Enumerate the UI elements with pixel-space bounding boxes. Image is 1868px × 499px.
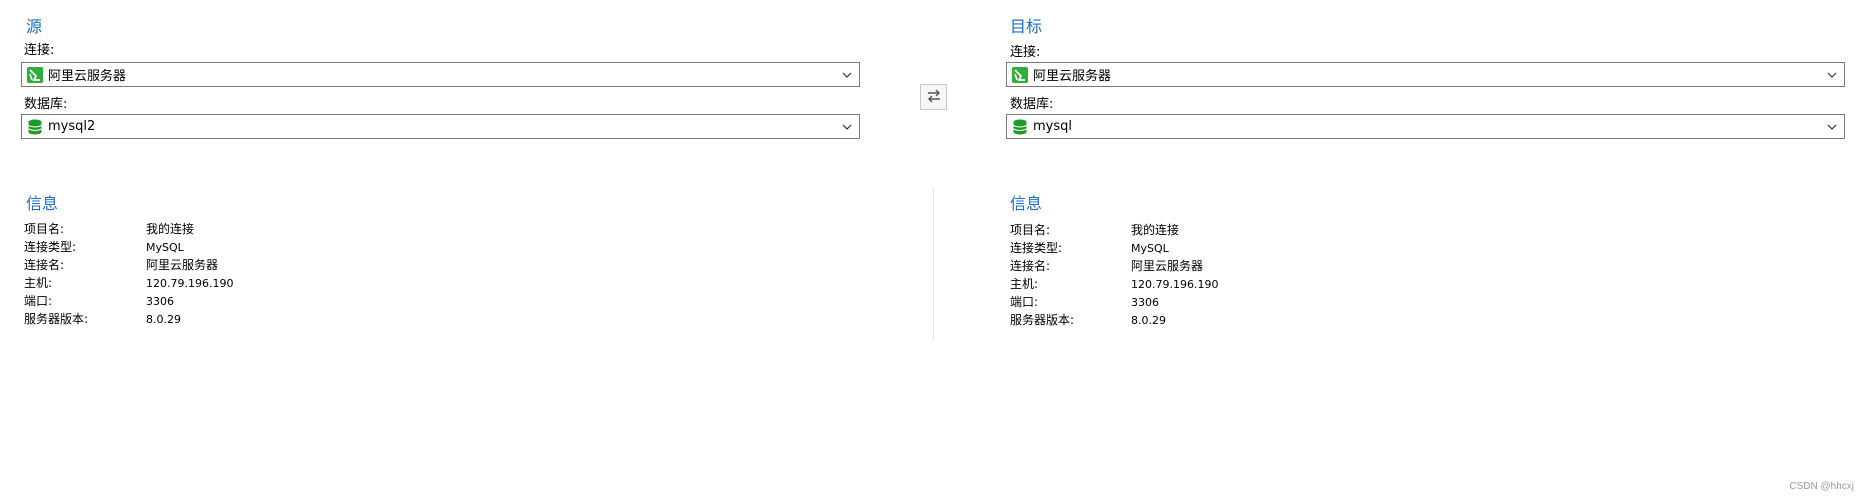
target-database-value: mysql (1033, 119, 1072, 134)
source-connection-value: 阿里云服务器 (48, 69, 127, 84)
info-key: 端口: (1010, 295, 1039, 309)
info-key: 连接名: (1010, 259, 1051, 273)
info-value: MySQL (146, 241, 184, 254)
connection-icon (27, 66, 43, 83)
info-key: 主机: (24, 276, 53, 290)
info-value: 120.79.196.190 (146, 277, 234, 290)
chevron-down-icon[interactable] (1823, 63, 1841, 86)
source-info-title: 信息 (26, 194, 59, 213)
database-icon (27, 119, 43, 135)
swap-source-target-button[interactable] (920, 84, 947, 110)
info-value: 8.0.29 (146, 313, 181, 326)
info-key: 项目名: (1010, 223, 1051, 237)
chevron-down-icon[interactable] (1823, 115, 1841, 138)
target-database-label: 数据库: (1010, 97, 1054, 112)
target-connection-select[interactable]: 阿里云服务器 (1006, 62, 1845, 87)
info-value: 3306 (146, 295, 174, 308)
target-info-title: 信息 (1010, 194, 1043, 213)
info-key: 服务器版本: (24, 312, 89, 326)
source-database-label: 数据库: (24, 97, 68, 112)
info-value: 8.0.29 (1131, 314, 1166, 327)
info-key: 连接类型: (1010, 241, 1063, 255)
info-value: 阿里云服务器 (1131, 259, 1204, 273)
target-connection-value: 阿里云服务器 (1033, 69, 1112, 84)
info-key: 连接类型: (24, 240, 77, 254)
target-title: 目标 (1010, 17, 1043, 36)
info-value: 120.79.196.190 (1131, 278, 1219, 291)
info-value: 3306 (1131, 296, 1159, 309)
target-database-select[interactable]: mysql (1006, 114, 1845, 139)
info-value: MySQL (1131, 242, 1169, 255)
source-database-select[interactable]: mysql2 (21, 114, 860, 139)
info-key: 主机: (1010, 277, 1039, 291)
watermark: CSDN @hhcxj (1789, 481, 1854, 492)
info-key: 项目名: (24, 222, 65, 236)
info-value: 我的连接 (1131, 223, 1180, 237)
chevron-down-icon[interactable] (838, 115, 856, 138)
swap-arrows-icon (926, 88, 942, 107)
panel-divider (933, 189, 934, 339)
info-value: 我的连接 (146, 222, 195, 236)
source-title: 源 (26, 17, 43, 36)
info-value: 阿里云服务器 (146, 258, 219, 272)
target-connection-label: 连接: (1010, 45, 1041, 60)
connection-icon (1012, 66, 1028, 83)
data-sync-setup: 源 连接: 阿里云服务器 数据库: mysql2 目标 连接: 阿里云服务器 数… (0, 0, 1868, 499)
source-database-value: mysql2 (48, 119, 96, 134)
source-connection-label: 连接: (24, 43, 55, 58)
source-connection-select[interactable]: 阿里云服务器 (21, 62, 860, 87)
info-key: 连接名: (24, 258, 65, 272)
info-key: 端口: (24, 294, 53, 308)
chevron-down-icon[interactable] (838, 63, 856, 86)
database-icon (1012, 119, 1028, 135)
info-key: 服务器版本: (1010, 313, 1075, 327)
